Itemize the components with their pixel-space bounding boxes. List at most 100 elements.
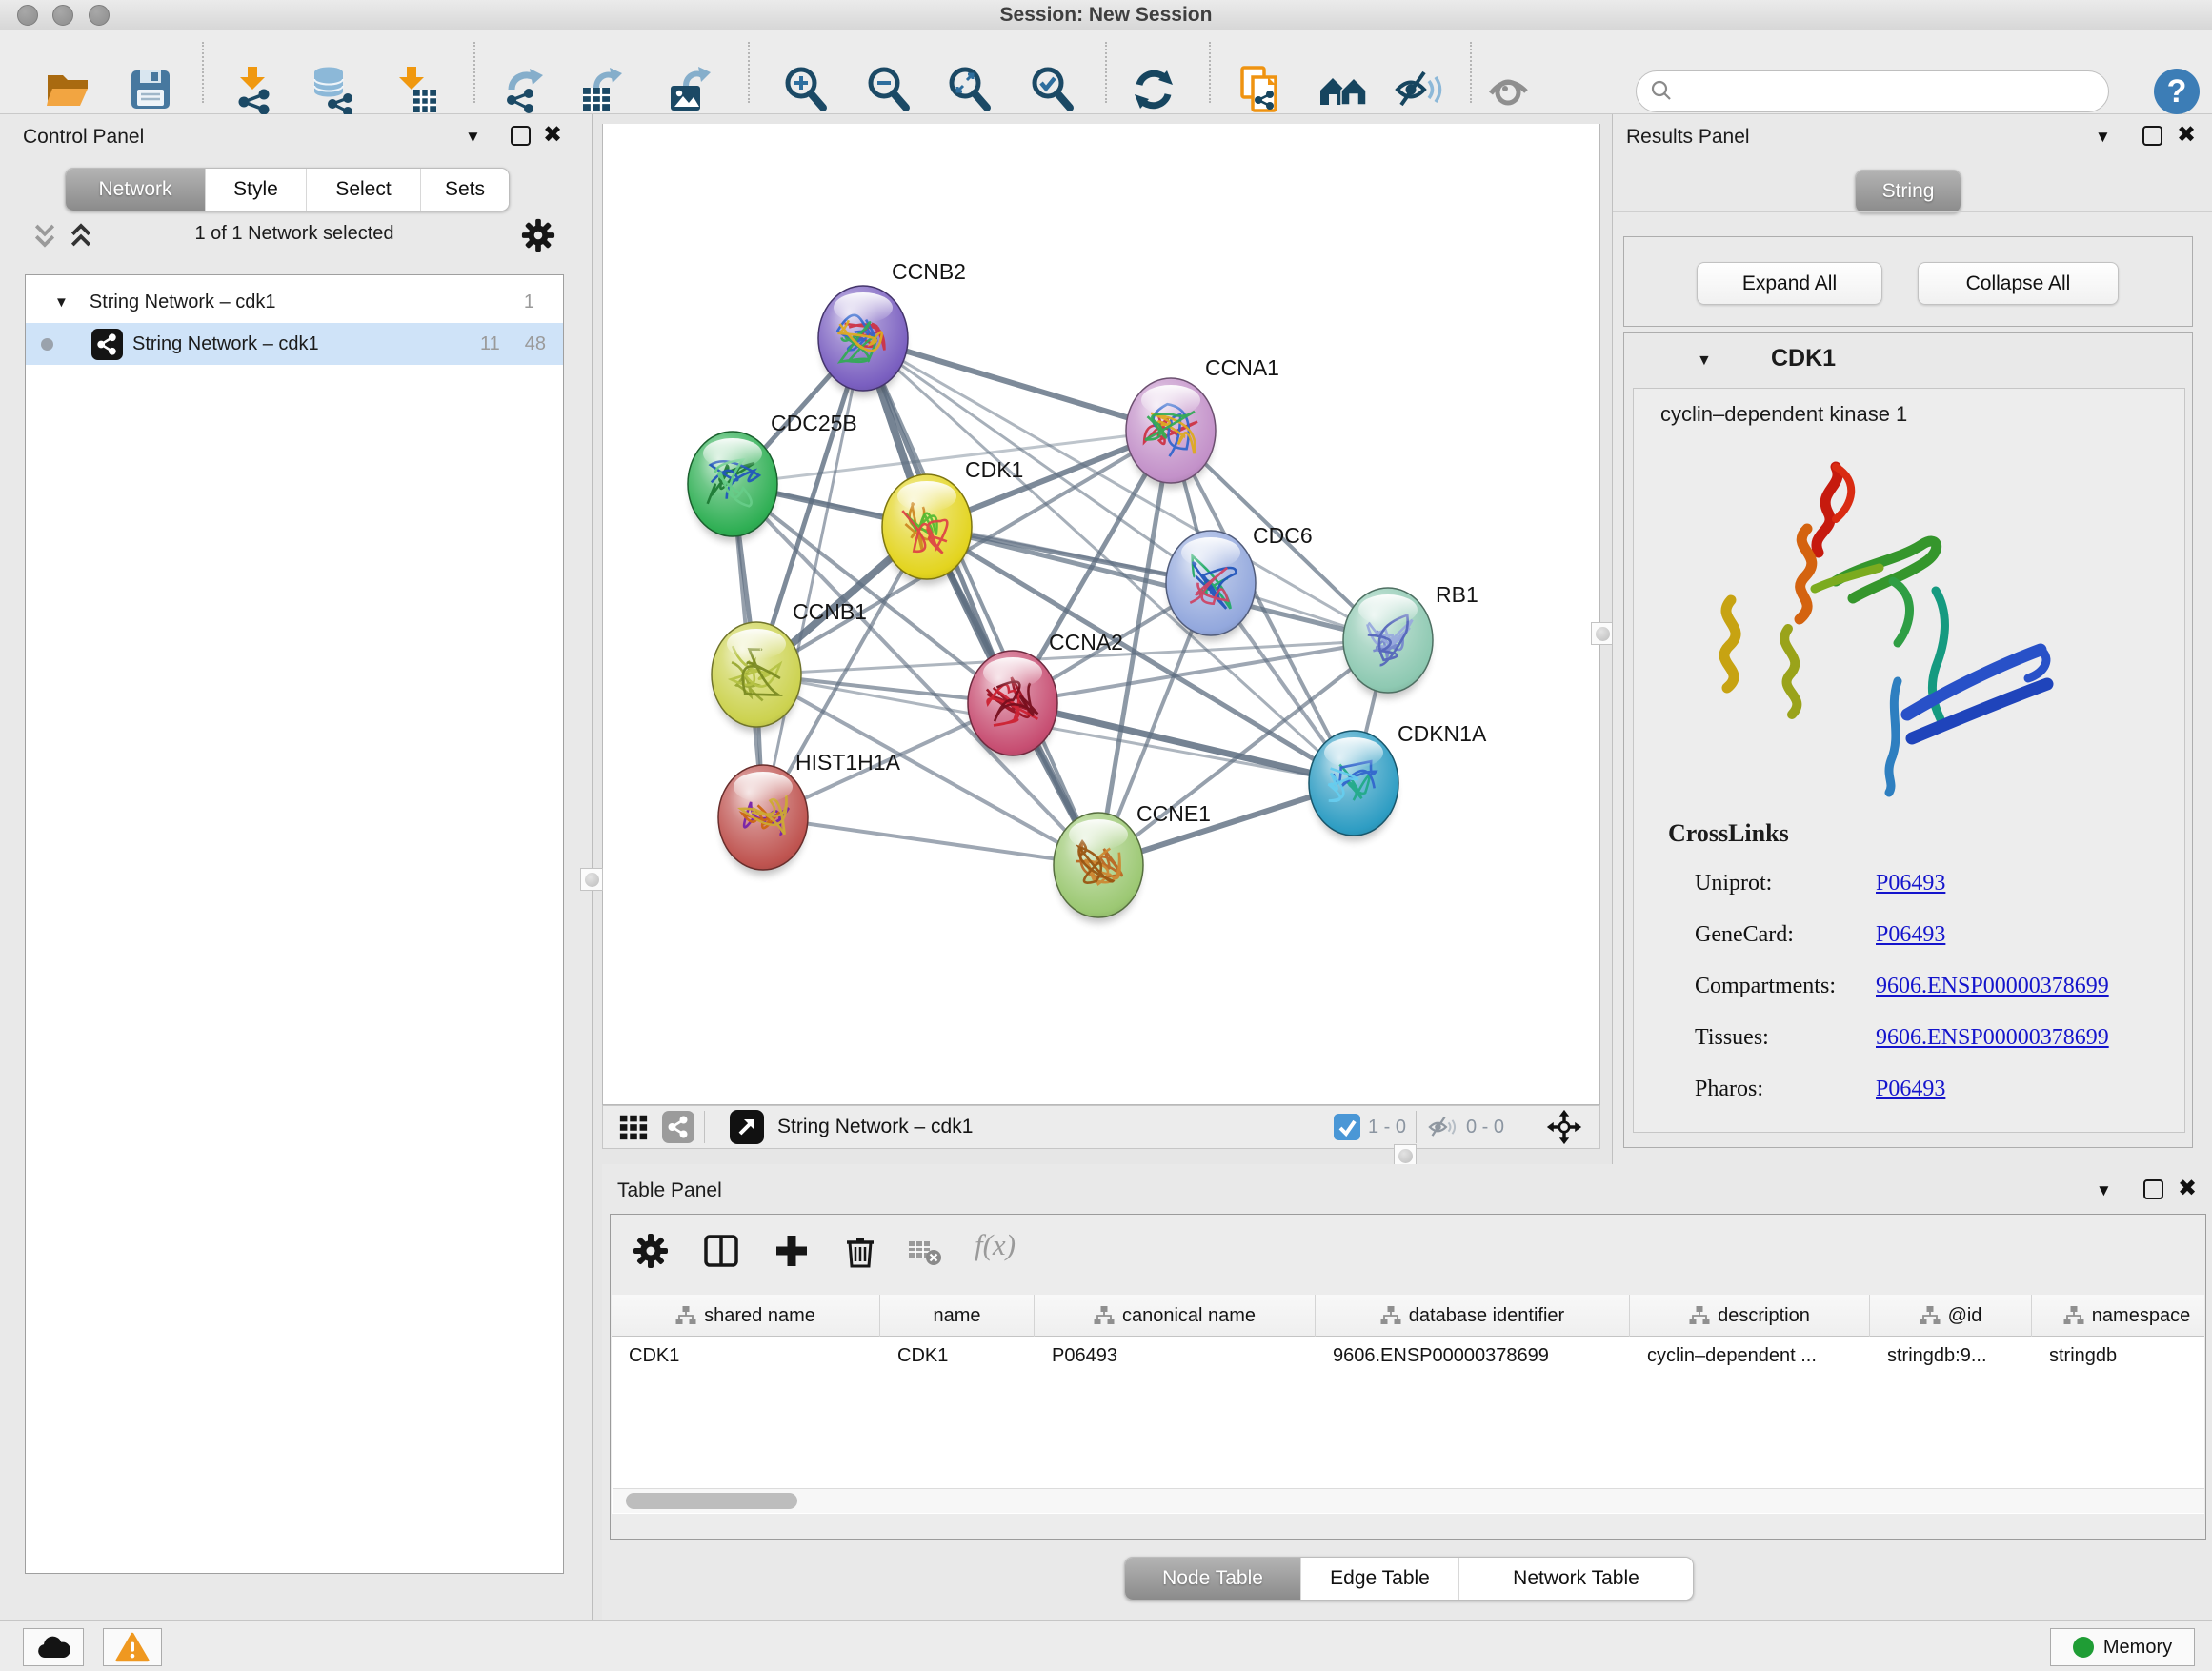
cell-database-identifier[interactable]: 9606.ENSP00000378699 [1316,1337,1630,1375]
tab-network-table[interactable]: Network Table [1458,1558,1693,1600]
node-HIST1H1A[interactable] [718,765,808,876]
view-string-icon[interactable] [662,1111,694,1143]
import-network-icon[interactable] [228,65,277,114]
show-columns-icon[interactable] [702,1232,740,1270]
help-icon[interactable]: ? [2152,67,2202,116]
control-panel-float-icon[interactable] [511,126,531,146]
add-column-icon[interactable] [773,1232,811,1270]
crosslinks-title: CrossLinks [1668,819,1789,848]
results-panel-menu-icon[interactable]: ▼ [2095,128,2111,147]
warning-status-button[interactable] [103,1628,162,1666]
title-bar: Session: New Session [0,0,2212,30]
node-CCNA1[interactable] [1126,378,1216,489]
cell--id[interactable]: stringdb:9... [1870,1337,2032,1375]
collapse-all-button[interactable]: Collapse All [1918,262,2119,305]
apply-layout-icon[interactable] [1129,65,1178,114]
table-panel-menu-icon[interactable]: ▼ [2096,1181,2112,1200]
tab-node-table[interactable]: Node Table [1125,1558,1300,1600]
edge-CCNB2-CCNE1[interactable] [863,338,1098,865]
zoom-fit-icon[interactable] [945,65,995,114]
zoom-selected-icon[interactable] [1028,65,1077,114]
network-collection-row[interactable]: ▼ String Network – cdk1 1 [26,281,563,323]
export-table-icon[interactable] [577,65,627,114]
crosslink-link[interactable]: P06493 [1876,871,1945,896]
results-panel-close-icon[interactable]: ✖ [2177,125,2196,145]
node-CCNE1[interactable] [1054,813,1143,923]
tab-sets[interactable]: Sets [420,169,509,211]
open-session-icon[interactable] [43,65,92,114]
delete-column-icon[interactable] [841,1232,879,1270]
copy-network-icon[interactable] [1236,65,1285,114]
import-table-icon[interactable] [391,65,440,114]
node-RB1[interactable] [1343,588,1433,698]
crosslink-link[interactable]: P06493 [1876,1077,1945,1102]
tab-network[interactable]: Network [66,169,205,211]
tab-select[interactable]: Select [306,169,420,211]
show-all-icon[interactable] [1486,65,1536,114]
crosslink-link[interactable]: 9606.ENSP00000378699 [1876,974,2109,999]
tab-edge-table[interactable]: Edge Table [1300,1558,1458,1600]
export-image-icon[interactable] [665,65,714,114]
column-header-description[interactable]: description [1630,1295,1870,1337]
crosslink-link[interactable]: 9606.ENSP00000378699 [1876,1025,2109,1051]
results-panel-float-icon[interactable] [2142,126,2162,146]
table-h-scroll-thumb[interactable] [626,1493,797,1509]
hide-unselected-icon[interactable] [1395,65,1444,114]
view-grid-icon[interactable] [618,1112,649,1142]
edge-CCNA2-CDKN1A[interactable] [1013,703,1354,783]
table-gear-icon[interactable] [632,1232,670,1270]
function-builder-icon[interactable]: f(x) [975,1228,1016,1262]
edge-HIST1H1A-CCNE1[interactable] [763,817,1098,865]
column-header--id[interactable]: @id [1870,1295,2032,1337]
expand-all-button[interactable]: Expand All [1697,262,1882,305]
window-minimize-light[interactable] [52,5,73,26]
zoom-out-icon[interactable] [864,65,914,114]
delete-table-icon[interactable] [908,1239,942,1266]
collection-expand-icon[interactable]: ▼ [54,294,69,311]
window-close-light[interactable] [17,5,38,26]
birds-eye-icon[interactable] [1546,1109,1582,1145]
right-splitter-handle[interactable] [1591,622,1614,645]
column-header-name[interactable]: name [880,1295,1035,1337]
cell-canonical-name[interactable]: P06493 [1035,1337,1316,1375]
crosslink-link[interactable]: P06493 [1876,922,1945,948]
node-CDKN1A[interactable] [1309,731,1398,841]
table-data-row[interactable]: CDK1CDK1P064939606.ENSP00000378699cyclin… [612,1337,2204,1375]
gene-collapse-icon[interactable]: ▼ [1697,352,1712,370]
window-zoom-light[interactable] [89,5,110,26]
column-header-namespace[interactable]: namespace [2032,1295,2204,1337]
cell-namespace[interactable]: stringdb [2032,1337,2204,1375]
tab-string[interactable]: String [1856,171,1961,212]
tab-style[interactable]: Style [205,169,306,211]
node-CCNB1[interactable] [712,622,801,733]
search-box[interactable] [1636,70,2109,112]
view-detach-icon[interactable] [730,1110,764,1144]
export-network-icon[interactable] [500,65,550,114]
search-input[interactable] [1682,74,2108,109]
network-canvas[interactable]: CCNB2CCNA1CDC25BCDK1CDC6RB1CCNB1CCNA2CDK… [602,124,1600,1105]
node-CCNB2[interactable] [818,286,908,396]
node-CDC25B[interactable] [688,432,777,542]
cloud-status-button[interactable] [23,1628,84,1666]
network-options-gear-icon[interactable] [520,217,556,253]
table-panel-close-icon[interactable]: ✖ [2178,1178,2197,1198]
cell-shared-name[interactable]: CDK1 [612,1337,880,1375]
selected-checkbox-icon[interactable] [1334,1114,1360,1140]
column-header-canonical-name[interactable]: canonical name [1035,1295,1316,1337]
cell-name[interactable]: CDK1 [880,1337,1035,1375]
control-panel-close-icon[interactable]: ✖ [543,125,562,145]
network-row-selected[interactable]: String Network – cdk1 11 48 [26,323,563,365]
edge-CCNB2-CCNA1[interactable] [863,338,1171,431]
control-panel-menu-icon[interactable]: ▼ [465,128,481,147]
column-header-shared-name[interactable]: shared name [612,1295,880,1337]
column-header-database-identifier[interactable]: database identifier [1316,1295,1630,1337]
hidden-eye-icon[interactable] [1426,1111,1458,1143]
save-session-icon[interactable] [126,65,175,114]
left-splitter-handle[interactable] [580,868,603,891]
home-networks-icon[interactable] [1318,65,1368,114]
cell-description[interactable]: cyclin–dependent ... [1630,1337,1870,1375]
memory-button[interactable]: Memory [2050,1628,2195,1666]
table-panel-float-icon[interactable] [2143,1179,2163,1199]
zoom-in-icon[interactable] [781,65,831,114]
import-network-from-database-icon[interactable] [308,65,357,114]
